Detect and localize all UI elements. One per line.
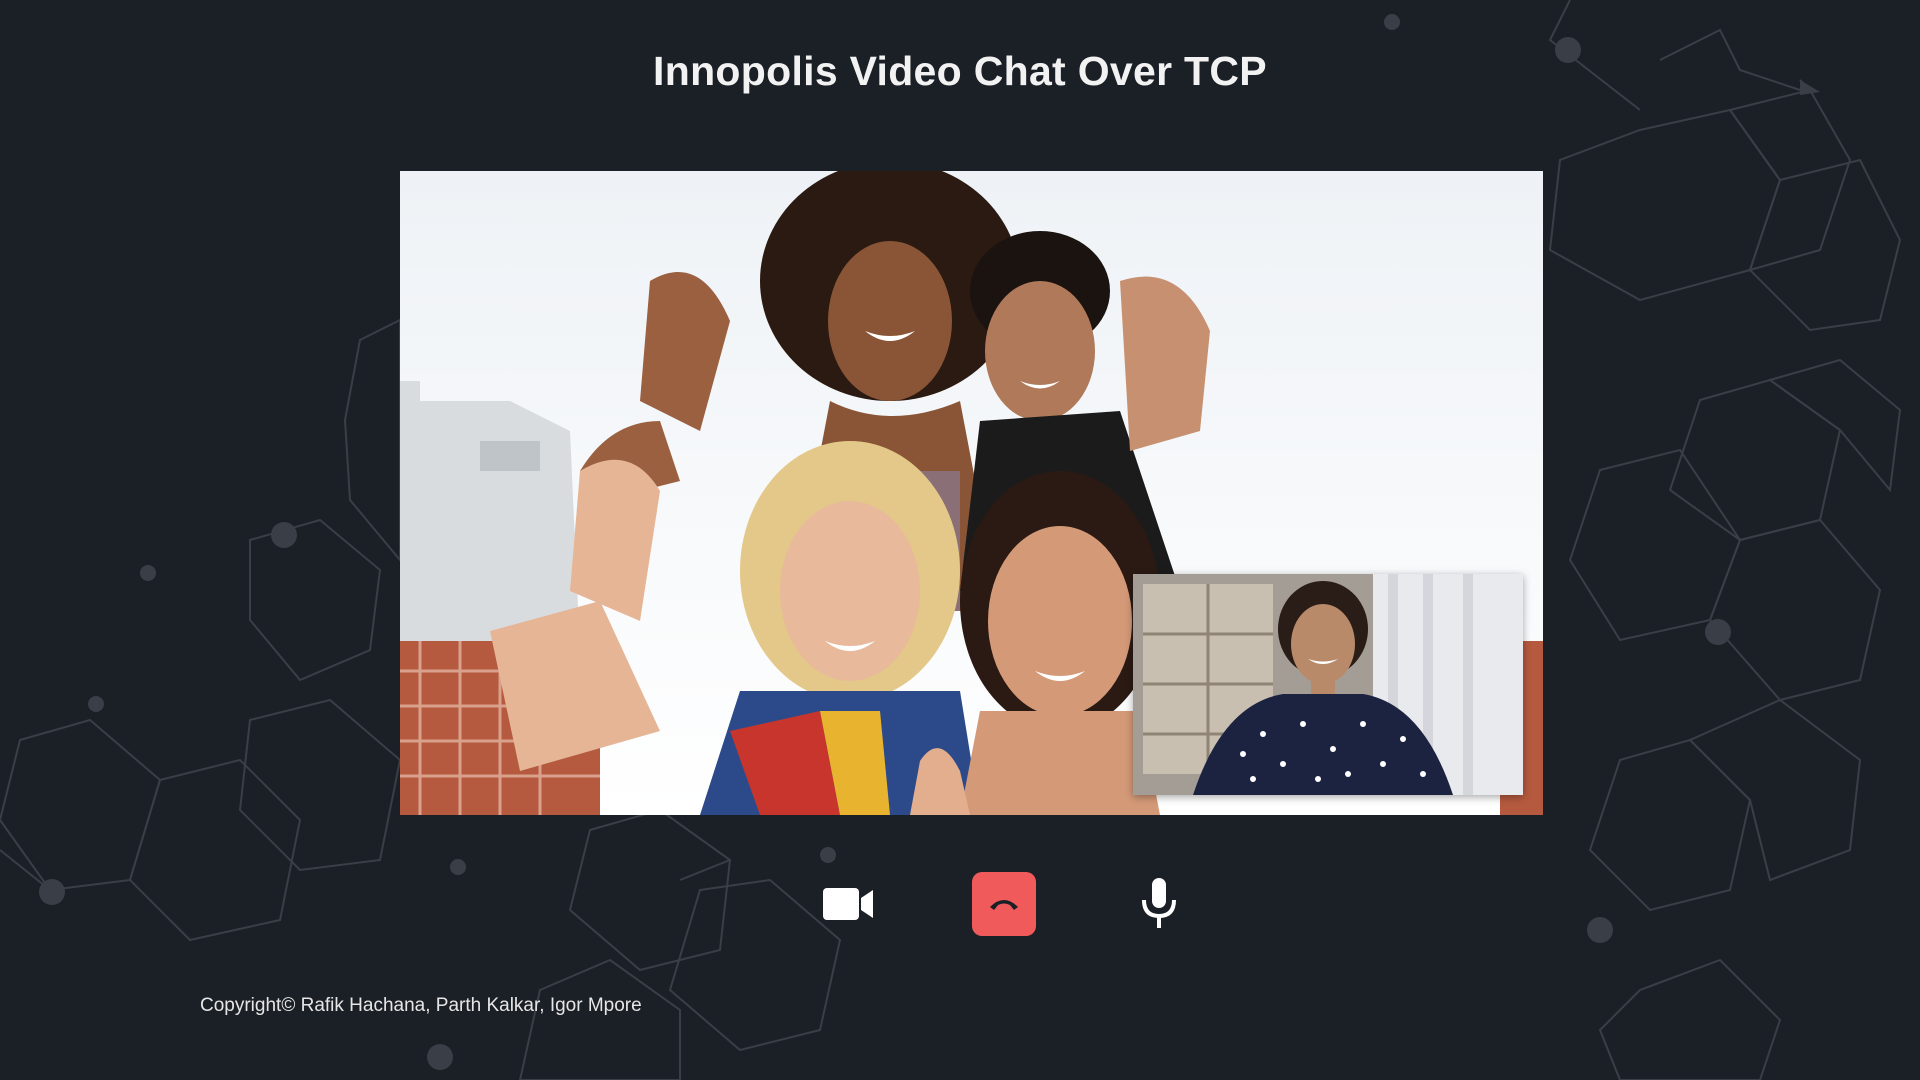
microphone-toggle-button[interactable] xyxy=(1127,872,1191,936)
phone-hangup-icon xyxy=(990,900,1018,910)
page-title: Innopolis Video Chat Over TCP xyxy=(653,48,1267,94)
hangup-button[interactable] xyxy=(972,872,1036,936)
copyright-footer: Copyright© Rafik Hachana, Parth Kalkar, … xyxy=(200,995,642,1016)
video-camera-icon xyxy=(823,888,873,920)
camera-toggle-button[interactable] xyxy=(817,872,881,936)
local-video-image xyxy=(1133,574,1523,795)
microphone-icon xyxy=(1142,878,1176,928)
call-controls xyxy=(0,872,1920,936)
local-video-preview[interactable] xyxy=(1133,574,1523,795)
app-stage: Innopolis Video Chat Over TCP Copyright©… xyxy=(0,0,1920,1080)
